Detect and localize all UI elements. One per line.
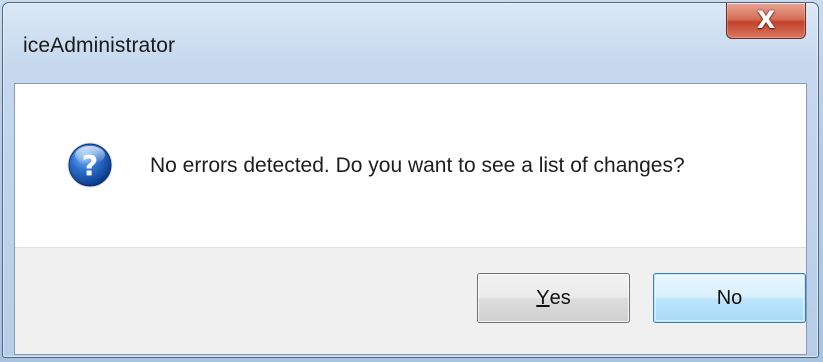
yes-mnemonic: Y [536,286,550,309]
yes-button[interactable]: Yes [477,273,630,323]
close-icon: X [756,6,776,34]
dialog-message: No errors detected. Do you want to see a… [150,154,685,177]
question-icon: ? [67,142,113,188]
close-button[interactable]: X [726,3,806,39]
dialog-client-area: ? No errors detected. Do you want to see… [14,83,807,355]
no-label: No [716,286,743,309]
no-button[interactable]: No [653,273,806,323]
dialog-title: iceAdministrator [23,34,176,57]
yes-label-rest: es [549,286,571,309]
svg-text:?: ? [82,149,98,182]
message-dialog: iceAdministrator X ? No errors detected.… [2,2,819,358]
message-area: ? No errors detected. Do you want to see… [15,84,806,247]
title-bar[interactable]: iceAdministrator X [3,3,818,83]
button-bar: Yes No [15,247,806,354]
